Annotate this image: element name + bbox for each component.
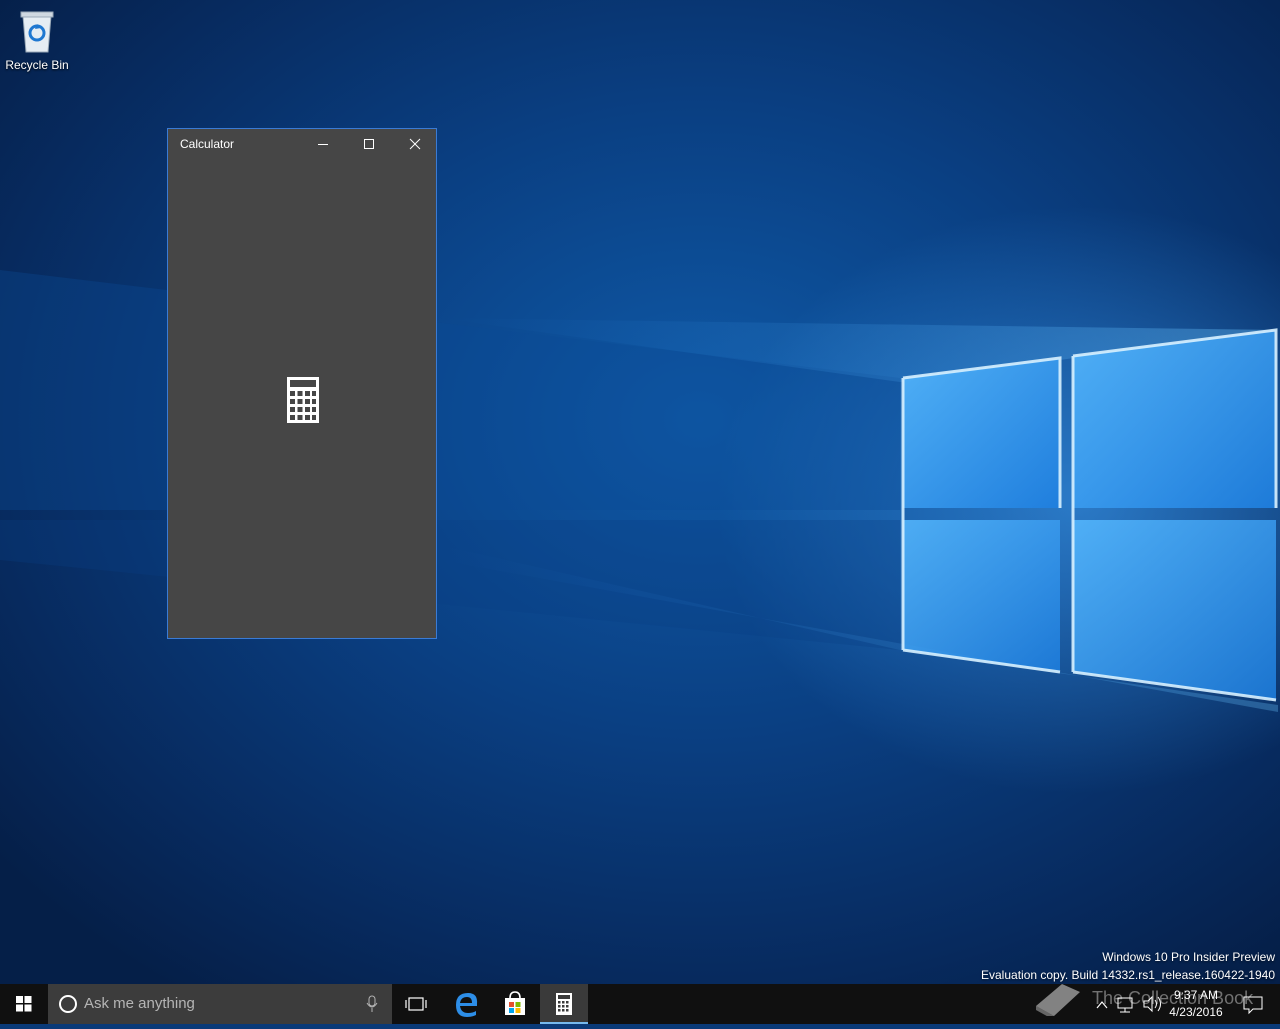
network-button[interactable] <box>1114 984 1138 1024</box>
edge-icon <box>456 993 478 1017</box>
volume-button[interactable] <box>1140 984 1164 1024</box>
calculator-icon <box>556 993 572 1015</box>
cortana-icon <box>59 995 77 1013</box>
chevron-up-icon <box>1096 1001 1108 1009</box>
calculator-window[interactable]: Calculator <box>167 128 437 639</box>
watermark-line-1: Windows 10 Pro Insider Preview <box>1102 950 1275 964</box>
windows-logo-icon <box>16 996 32 1012</box>
store-icon <box>505 991 525 1015</box>
search-placeholder: Ask me anything <box>84 995 195 1012</box>
calculator-taskbar-button[interactable] <box>540 984 588 1024</box>
store-button[interactable] <box>491 984 539 1024</box>
clock-date: 4/23/2016 <box>1169 1005 1223 1019</box>
watermark-line-2: Evaluation copy. Build 14332.rs1_release… <box>981 968 1275 982</box>
microphone-icon[interactable] <box>362 984 382 1024</box>
minimize-button[interactable] <box>300 129 346 159</box>
clock-time: 9:37 AM <box>1173 988 1219 1002</box>
close-icon <box>409 138 421 150</box>
task-view-icon <box>405 997 427 1011</box>
show-hidden-icons-button[interactable] <box>1092 984 1112 1024</box>
maximize-icon <box>364 139 374 149</box>
minimize-icon <box>318 144 328 145</box>
volume-icon <box>1143 995 1161 1013</box>
taskbar: Ask me anything The Collection Book 9:37… <box>0 984 1280 1024</box>
maximize-button[interactable] <box>346 129 392 159</box>
window-title: Calculator <box>180 137 235 151</box>
task-view-button[interactable] <box>392 984 440 1024</box>
edge-button[interactable] <box>443 984 491 1024</box>
start-button[interactable] <box>0 984 48 1024</box>
clock-button[interactable]: 9:37 AM 4/23/2016 <box>1164 984 1228 1024</box>
recycle-bin-label: Recycle Bin <box>5 58 69 72</box>
title-bar[interactable]: Calculator <box>168 129 436 159</box>
notification-icon <box>1243 996 1263 1015</box>
recycle-bin-shortcut[interactable]: Recycle Bin <box>2 6 72 78</box>
calculator-icon <box>287 377 319 423</box>
network-icon <box>1117 997 1133 1013</box>
action-center-button[interactable] <box>1238 984 1268 1024</box>
recycle-bin-icon <box>20 11 54 53</box>
close-button[interactable] <box>392 129 438 159</box>
book-logo-icon <box>1036 984 1080 1016</box>
desktop: Recycle Bin Calculator Windows 10 Pro In… <box>0 0 1280 984</box>
search-box[interactable]: Ask me anything <box>48 984 392 1024</box>
